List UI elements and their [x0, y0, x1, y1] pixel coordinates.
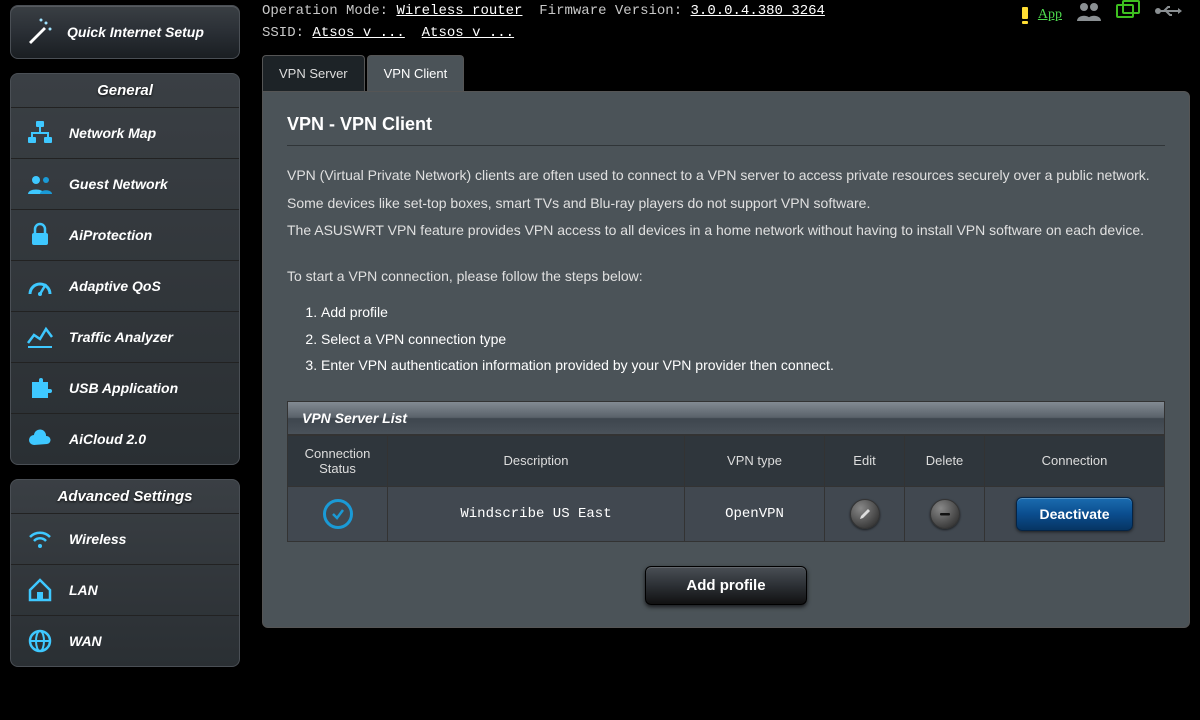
col-description: Description [388, 435, 685, 486]
content-panel: VPN - VPN Client VPN (Virtual Private Ne… [262, 91, 1190, 628]
sidebar-item-label: Traffic Analyzer [69, 329, 173, 345]
general-section: General Network Map Guest Network AiProt… [10, 73, 240, 465]
alert-icon [1018, 6, 1032, 24]
wifi-icon [25, 524, 55, 554]
sidebar-item-label: AiCloud 2.0 [69, 431, 146, 447]
row-description: Windscribe US East [388, 486, 685, 541]
server-list-title: VPN Server List [287, 401, 1165, 435]
header-info: Operation Mode: Wireless router Firmware… [262, 0, 1190, 45]
sidebar-item-label: AiProtection [69, 227, 152, 243]
sidebar-item-lan[interactable]: LAN [11, 564, 239, 615]
col-vpn-type: VPN type [685, 435, 825, 486]
deactivate-button[interactable]: Deactivate [1016, 497, 1132, 531]
pencil-icon [858, 507, 872, 521]
steps-list: Add profile Select a VPN connection type… [321, 299, 1165, 379]
app-link[interactable]: App [1018, 4, 1062, 26]
sidebar-item-wireless[interactable]: Wireless [11, 513, 239, 564]
sidebar-item-aiprotection[interactable]: AiProtection [11, 209, 239, 260]
sidebar-item-label: Network Map [69, 125, 156, 141]
advanced-header: Advanced Settings [11, 480, 239, 513]
desc-p3: The ASUSWRT VPN feature provides VPN acc… [287, 219, 1165, 243]
quick-internet-setup[interactable]: Quick Internet Setup [10, 5, 240, 59]
col-edit: Edit [825, 435, 905, 486]
chart-icon [25, 322, 55, 352]
step-2: Select a VPN connection type [321, 326, 1165, 353]
sidebar-item-wan[interactable]: WAN [11, 615, 239, 666]
sidebar-item-label: Wireless [69, 531, 126, 547]
sidebar-item-label: Guest Network [69, 176, 168, 192]
usb-icon[interactable] [1154, 4, 1182, 26]
ssid-label: SSID: [262, 25, 304, 41]
users-icon[interactable] [1076, 0, 1102, 30]
puzzle-icon [25, 373, 55, 403]
lock-icon [25, 220, 55, 250]
desc-p2: Some devices like set-top boxes, smart T… [287, 192, 1165, 216]
display-icon[interactable] [1116, 0, 1140, 30]
ssid-2[interactable]: Atsos v ... [422, 25, 514, 41]
home-icon [25, 575, 55, 605]
step-1: Add profile [321, 299, 1165, 326]
sidebar-item-label: WAN [69, 633, 102, 649]
ssid-1[interactable]: Atsos v ... [312, 25, 404, 41]
general-header: General [11, 74, 239, 107]
tab-vpn-client[interactable]: VPN Client [367, 55, 465, 91]
gauge-icon [25, 271, 55, 301]
edit-button[interactable] [850, 499, 880, 529]
guest-network-icon [25, 169, 55, 199]
tab-vpn-server[interactable]: VPN Server [262, 55, 365, 91]
globe-icon [25, 626, 55, 656]
sidebar-item-label: LAN [69, 582, 98, 598]
sidebar-item-usb-application[interactable]: USB Application [11, 362, 239, 413]
divider [287, 145, 1165, 146]
row-vpn-type: OpenVPN [685, 486, 825, 541]
col-delete: Delete [905, 435, 985, 486]
sidebar-item-label: USB Application [69, 380, 178, 396]
page-title: VPN - VPN Client [287, 114, 1165, 135]
sidebar-item-guest-network[interactable]: Guest Network [11, 158, 239, 209]
sidebar-item-aicloud[interactable]: AiCloud 2.0 [11, 413, 239, 464]
quick-internet-setup-label: Quick Internet Setup [67, 24, 204, 41]
advanced-section: Advanced Settings Wireless LAN WAN [10, 479, 240, 667]
firmware-value[interactable]: 3.0.0.4.380_3264 [691, 3, 825, 19]
sidebar-item-adaptive-qos[interactable]: Adaptive QoS [11, 260, 239, 311]
table-row: Windscribe US East OpenVPN [288, 486, 1165, 541]
magic-wand-icon [23, 16, 55, 48]
op-mode-label: Operation Mode: [262, 3, 388, 19]
tabs: VPN Server VPN Client [262, 55, 1190, 91]
add-profile-button[interactable]: Add profile [645, 566, 806, 605]
app-label: App [1038, 4, 1062, 26]
firmware-label: Firmware Version: [539, 3, 682, 19]
cloud-icon [25, 424, 55, 454]
minus-icon [938, 507, 952, 521]
desc-p1: VPN (Virtual Private Network) clients ar… [287, 164, 1165, 188]
col-connection: Connection [985, 435, 1165, 486]
status-connected-icon [323, 499, 353, 529]
delete-button[interactable] [930, 499, 960, 529]
network-map-icon [25, 118, 55, 148]
sidebar-item-traffic-analyzer[interactable]: Traffic Analyzer [11, 311, 239, 362]
col-status: Connection Status [288, 435, 388, 486]
op-mode-value[interactable]: Wireless router [396, 3, 522, 19]
sidebar-item-network-map[interactable]: Network Map [11, 107, 239, 158]
server-list-table: Connection Status Description VPN type E… [287, 435, 1165, 542]
steps-intro: To start a VPN connection, please follow… [287, 265, 1165, 289]
step-3: Enter VPN authentication information pro… [321, 352, 1165, 379]
sidebar-item-label: Adaptive QoS [69, 278, 161, 294]
